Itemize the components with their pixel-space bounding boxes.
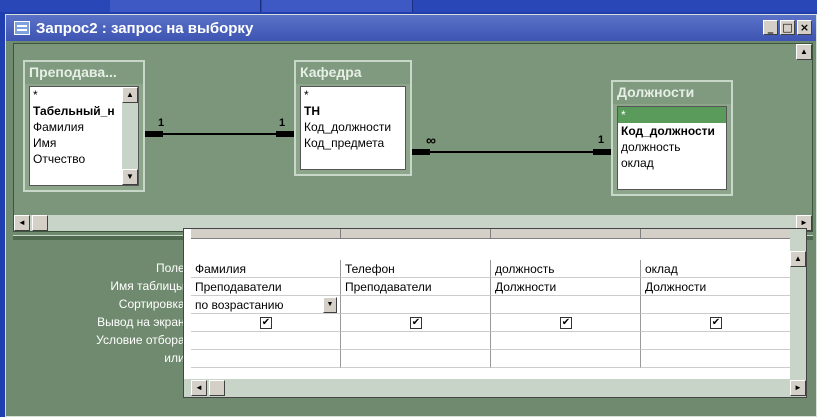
scroll-down-icon[interactable]: ▼ [122, 169, 138, 185]
table-cell[interactable]: Должности [641, 278, 791, 296]
show-checkbox[interactable]: ✔ [710, 317, 722, 329]
query-icon [14, 21, 30, 35]
or-cell[interactable] [491, 350, 641, 368]
relation-one-label: 1 [158, 117, 165, 129]
field-item[interactable]: должность [618, 139, 726, 155]
criteria-cell[interactable] [341, 332, 491, 350]
criteria-cell[interactable] [491, 332, 641, 350]
field-list-scrollbar[interactable]: ▲ ▼ [122, 87, 138, 185]
show-checkbox[interactable]: ✔ [410, 317, 422, 329]
scroll-left-icon[interactable]: ◄ [14, 215, 30, 231]
table-dolzhnosti[interactable]: Должности * Код_должности должность окла… [611, 80, 733, 196]
background-tab [262, 0, 413, 12]
field-list: * Табельный_н Фамилия Имя Отчество ▲ ▼ [29, 86, 139, 186]
table-kafedra[interactable]: Кафедра * ТН Код_должности Код_предмета [294, 60, 412, 176]
field-item[interactable]: оклад [618, 155, 726, 171]
or-cell[interactable] [341, 350, 491, 368]
grid-horizontal-scrollbar[interactable]: ◄ ► [184, 379, 806, 397]
sort-cell[interactable] [641, 296, 791, 314]
column-selector[interactable] [491, 229, 641, 239]
table-title[interactable]: Должности [613, 82, 731, 104]
scroll-up-icon[interactable]: ▲ [122, 87, 138, 103]
sort-cell[interactable] [341, 296, 491, 314]
field-item[interactable]: Код_должности [301, 119, 405, 135]
field-item[interactable]: * [618, 107, 726, 123]
minimize-button[interactable]: _ [763, 20, 778, 35]
field-item[interactable]: Код_предмета [301, 135, 405, 151]
relation-many-label: ∞ [426, 132, 436, 148]
field-cell[interactable]: оклад [641, 260, 791, 278]
maximize-button[interactable]: □ [780, 20, 795, 35]
table-cell[interactable]: Должности [491, 278, 641, 296]
relation-line[interactable] [145, 133, 294, 135]
table-diagram-pane: Преподава... * Табельный_н Фамилия Имя О… [13, 43, 813, 232]
row-label-sort: Сортировка: [118, 297, 188, 311]
row-label-show: Вывод на экран: [97, 315, 188, 329]
field-list: * ТН Код_должности Код_предмета [300, 86, 406, 170]
relation-end [145, 131, 163, 137]
or-cell[interactable] [641, 350, 791, 368]
field-cell[interactable]: должность [491, 260, 641, 278]
row-label-or: или: [164, 351, 188, 365]
chevron-down-icon[interactable]: ▼ [323, 297, 337, 313]
table-cell[interactable]: Преподаватели [341, 278, 491, 296]
relation-line[interactable] [412, 151, 611, 153]
show-checkbox[interactable]: ✔ [560, 317, 572, 329]
scroll-thumb[interactable] [32, 215, 48, 231]
background-tab [110, 0, 261, 12]
column-selector[interactable] [641, 229, 791, 239]
grid-vertical-scrollbar[interactable]: ▲ [790, 229, 806, 381]
field-list: * Код_должности должность оклад [617, 106, 727, 190]
table-title[interactable]: Кафедра [296, 62, 410, 84]
table-cell[interactable]: Преподаватели [191, 278, 341, 296]
table-title[interactable]: Преподава... [25, 62, 143, 84]
scroll-left-icon[interactable]: ◄ [191, 380, 207, 396]
row-label-field: Поле: [155, 261, 188, 275]
scroll-up-icon[interactable]: ▲ [790, 251, 806, 267]
relation-one-label: 1 [279, 117, 286, 129]
column-selector[interactable] [341, 229, 491, 239]
column-selector[interactable] [191, 229, 341, 239]
scroll-up-icon[interactable]: ▲ [796, 44, 812, 60]
scroll-right-icon[interactable]: ► [790, 380, 806, 396]
criteria-cell[interactable] [191, 332, 341, 350]
diagram-vertical-scrollbar[interactable]: ▲ [796, 44, 812, 215]
field-cell[interactable]: Фамилия [191, 260, 341, 278]
criteria-cell[interactable] [641, 332, 791, 350]
taskbar-strip [0, 0, 817, 12]
relation-one-label: 1 [598, 134, 605, 146]
field-item[interactable]: ТН [301, 103, 405, 119]
sort-cell[interactable] [491, 296, 641, 314]
table-prepodavateli[interactable]: Преподава... * Табельный_н Фамилия Имя О… [23, 60, 145, 192]
sort-cell[interactable]: по возрастанию [191, 296, 341, 314]
row-label-table: Имя таблицы: [110, 279, 188, 293]
scroll-thumb[interactable] [209, 380, 225, 396]
relation-end [412, 149, 430, 155]
close-button[interactable]: × [797, 20, 812, 35]
show-checkbox[interactable]: ✔ [260, 317, 272, 329]
field-item[interactable]: * [301, 87, 405, 103]
row-label-criteria: Условие отбора: [96, 333, 188, 347]
window-title: Запрос2 : запрос на выборку [36, 19, 254, 37]
or-cell[interactable] [191, 350, 341, 368]
title-bar[interactable]: Запрос2 : запрос на выборку _ □ × [6, 15, 816, 41]
relation-end [593, 149, 611, 155]
relation-end [276, 131, 294, 137]
field-cell[interactable]: Телефон [341, 260, 491, 278]
field-item[interactable]: Код_должности [618, 123, 726, 139]
query-design-grid: Фамилия Преподаватели по возрастанию ▼ ✔… [183, 228, 807, 398]
